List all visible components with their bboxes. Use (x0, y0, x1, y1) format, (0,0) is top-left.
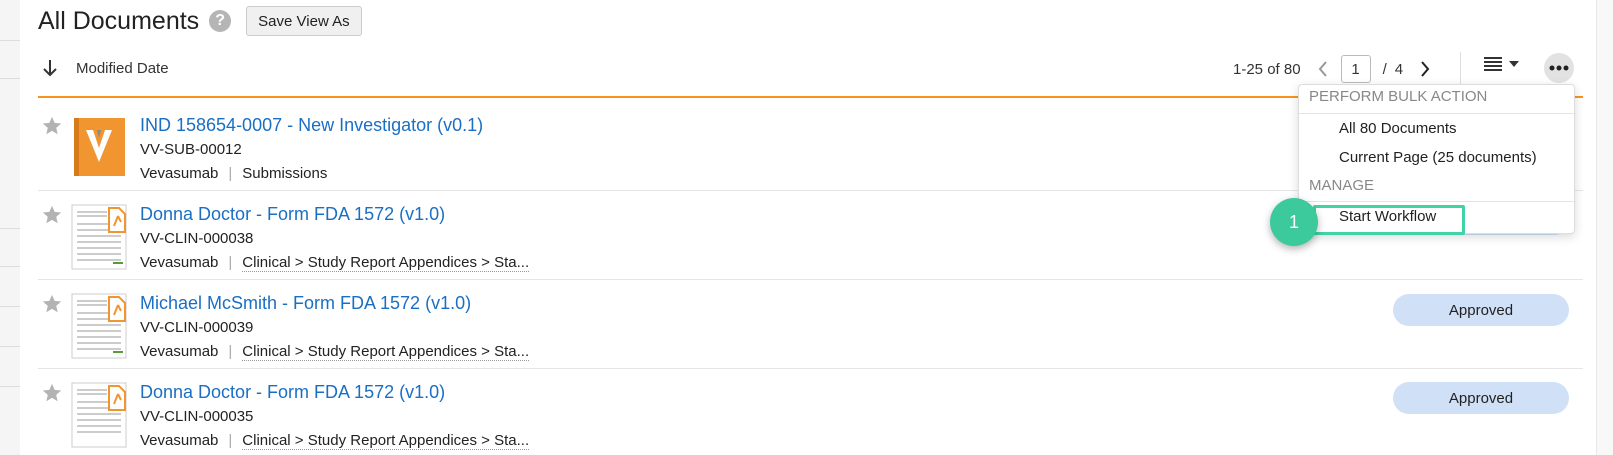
list-view-icon[interactable] (1484, 56, 1502, 72)
document-meta: Vevasumab | Clinical > Study Report Appe… (140, 343, 530, 361)
star-icon[interactable] (41, 382, 63, 404)
document-title-link[interactable]: Donna Doctor - Form FDA 1572 (v1.0) (140, 204, 445, 225)
document-meta: Vevasumab | Clinical > Study Report Appe… (140, 432, 530, 450)
toolbar-divider (1460, 52, 1461, 86)
arrow-down-icon[interactable] (38, 56, 62, 80)
document-title-link[interactable]: Donna Doctor - Form FDA 1572 (v1.0) (140, 382, 445, 403)
star-icon[interactable] (41, 293, 63, 315)
document-product: Vevasumab (140, 343, 219, 360)
sort-field-label[interactable]: Modified Date (76, 60, 169, 77)
page-number-input[interactable]: 1 (1340, 55, 1371, 83)
document-number: VV-CLIN-000035 (140, 408, 254, 425)
star-icon[interactable] (41, 115, 63, 137)
chevron-left-icon[interactable] (1313, 57, 1333, 81)
help-icon[interactable]: ? (209, 10, 232, 32)
status-badge: Approved (1393, 382, 1569, 414)
document-meta: Vevasumab | Submissions (140, 165, 328, 182)
form-document-thumbnail-icon (71, 382, 127, 448)
more-actions-button[interactable] (1544, 53, 1574, 83)
form-document-thumbnail-icon (71, 204, 127, 270)
ellipsis-icon (1549, 65, 1569, 71)
vault-logo-icon (74, 118, 125, 176)
document-number: VV-CLIN-000038 (140, 230, 254, 247)
document-title-link[interactable]: IND 158654-0007 - New Investigator (v0.1… (140, 115, 483, 136)
document-title-link[interactable]: Michael McSmith - Form FDA 1572 (v1.0) (140, 293, 471, 314)
document-path: Submissions (242, 165, 328, 182)
pagination: 1-25 of 80 1 / 4 (1233, 55, 1435, 83)
scrollbar[interactable] (1596, 0, 1613, 455)
chevron-right-icon[interactable] (1415, 57, 1435, 81)
star-icon[interactable] (41, 204, 63, 226)
form-document-thumbnail-icon (71, 293, 127, 359)
document-path[interactable]: Clinical > Study Report Appendices > Sta… (242, 343, 530, 361)
documents-page: All Documents ? Save View As Modified Da… (0, 0, 1613, 455)
save-view-as-button[interactable]: Save View As (246, 6, 362, 36)
document-product: Vevasumab (140, 254, 219, 271)
menu-item-all-documents[interactable]: All 80 Documents (1339, 120, 1457, 137)
menu-item-current-page[interactable]: Current Page (25 documents) (1339, 149, 1537, 166)
page-header: All Documents ? Save View As (38, 6, 362, 36)
start-workflow-highlight (1313, 205, 1465, 235)
page-title: All Documents (38, 6, 200, 35)
pagination-range: 1-25 of 80 (1233, 60, 1301, 78)
document-path[interactable]: Clinical > Study Report Appendices > Sta… (242, 432, 530, 450)
total-pages: 4 (1394, 60, 1404, 78)
sort-control[interactable]: Modified Date (38, 56, 169, 80)
document-row[interactable]: Donna Doctor - Form FDA 1572 (v1.0) VV-C… (38, 368, 1583, 455)
document-number: VV-CLIN-000039 (140, 319, 254, 336)
document-number: VV-SUB-00012 (140, 141, 242, 158)
menu-section-header: PERFORM BULK ACTION (1309, 88, 1488, 105)
step-callout-badge: 1 (1270, 198, 1318, 246)
document-path[interactable]: Clinical > Study Report Appendices > Sta… (242, 254, 530, 272)
document-product: Vevasumab (140, 165, 219, 182)
view-mode-toggle[interactable] (1484, 56, 1520, 72)
document-row[interactable]: Michael McSmith - Form FDA 1572 (v1.0) V… (38, 279, 1583, 369)
page-separator: / (1382, 60, 1387, 78)
document-meta: Vevasumab | Clinical > Study Report Appe… (140, 254, 530, 272)
document-product: Vevasumab (140, 432, 219, 449)
left-nav-strip (0, 0, 20, 455)
status-badge: Approved (1393, 294, 1569, 326)
caret-down-icon[interactable] (1508, 60, 1520, 68)
menu-section-header: MANAGE (1309, 177, 1375, 194)
